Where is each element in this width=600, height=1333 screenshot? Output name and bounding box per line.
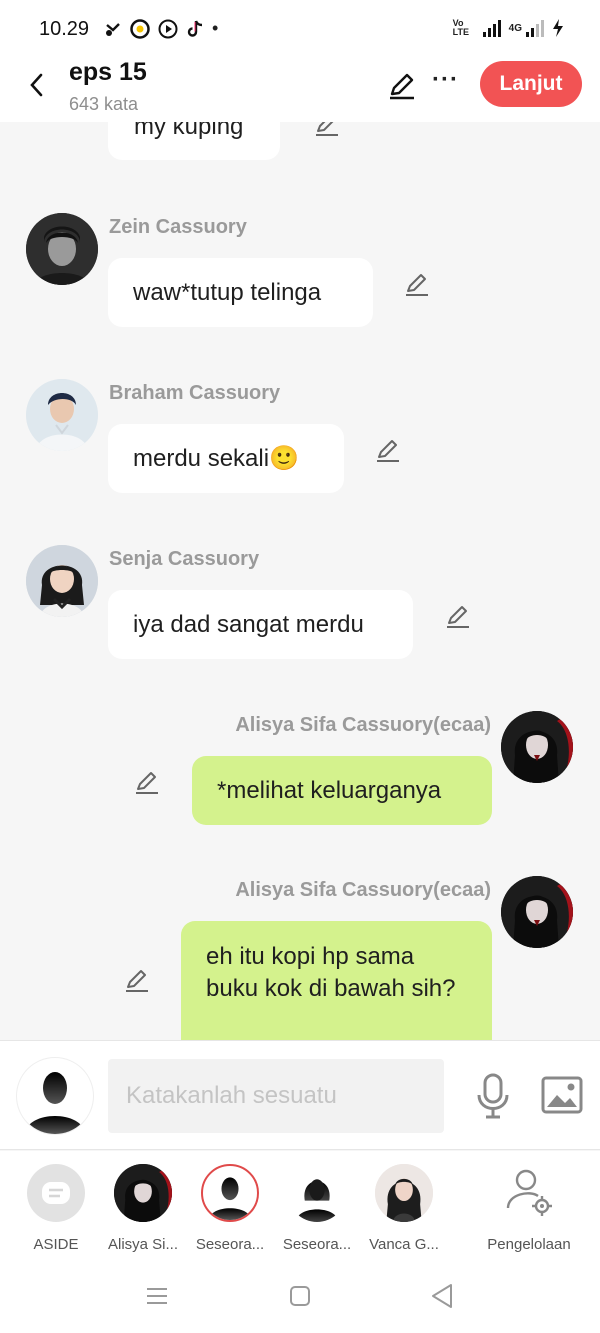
nav-back-icon[interactable] bbox=[430, 1283, 454, 1309]
character-selector: ASIDE Alisya Si... Seseora... Seseora...… bbox=[0, 1151, 600, 1261]
notification-icons: • bbox=[104, 18, 218, 39]
message-text: waw*tutup telinga bbox=[133, 278, 322, 306]
current-character-avatar[interactable] bbox=[17, 1058, 93, 1134]
editor-header: eps 15 643 kata ··· Lanjut bbox=[0, 58, 600, 122]
message-bubble[interactable]: iya dad sangat merdu bbox=[108, 590, 413, 659]
status-bar: 10.29 • Vo LTE 4G bbox=[0, 0, 600, 58]
music-app-icon bbox=[130, 18, 150, 39]
aside-icon bbox=[27, 1164, 85, 1222]
phone-missed-icon bbox=[106, 22, 120, 36]
avatar bbox=[288, 1164, 346, 1222]
status-time: 10.29 bbox=[39, 18, 90, 40]
word-count: 643 kata bbox=[69, 94, 139, 114]
person-settings-icon bbox=[506, 1169, 552, 1216]
system-status-icons: Vo LTE 4G bbox=[453, 18, 564, 38]
female-silhouette-icon bbox=[295, 1179, 339, 1222]
character-aside[interactable]: ASIDE bbox=[12, 1164, 100, 1253]
tiktok-icon bbox=[187, 20, 203, 37]
character-vanca[interactable]: Vanca G... bbox=[360, 1164, 448, 1253]
avatar[interactable] bbox=[501, 876, 573, 948]
avatar-senja-icon bbox=[26, 545, 98, 617]
message-bubble[interactable]: eh itu kopi hp sama buku kok di bawah si… bbox=[181, 921, 492, 1040]
message-bubble[interactable]: *melihat keluarganya bbox=[192, 756, 492, 825]
avatar[interactable] bbox=[501, 711, 573, 783]
chat-area[interactable]: my kuping Zein Cassuory waw*tutup teling… bbox=[0, 122, 600, 1040]
status-dot: • bbox=[212, 18, 219, 38]
speaker-name: Braham Cassuory bbox=[109, 382, 281, 404]
back-arrow-icon[interactable] bbox=[22, 70, 52, 100]
speaker-name: Alisya Sifa Cassuory(ecaa) bbox=[235, 879, 491, 901]
character-seseorang[interactable]: Seseora... bbox=[273, 1164, 361, 1253]
message-bubble[interactable]: my kuping bbox=[108, 122, 280, 160]
avatar-alisya-icon bbox=[114, 1164, 172, 1222]
character-management[interactable]: Pengelolaan bbox=[480, 1164, 578, 1253]
avatar[interactable] bbox=[26, 213, 98, 285]
avatar[interactable] bbox=[26, 545, 98, 617]
character-label: Seseora... bbox=[282, 1236, 352, 1253]
avatar-braham-icon bbox=[26, 379, 98, 451]
message-text: my kuping bbox=[134, 122, 244, 140]
avatar-zein-icon bbox=[26, 213, 98, 285]
page-title: eps 15 bbox=[69, 58, 147, 86]
avatar bbox=[114, 1164, 172, 1222]
speaker-name: Alisya Sifa Cassuory(ecaa) bbox=[235, 714, 491, 736]
signal-icon bbox=[482, 19, 501, 37]
character-seseorang-selected[interactable]: Seseora... bbox=[186, 1164, 274, 1253]
avatar-vanca-icon bbox=[375, 1164, 433, 1222]
avatar-alisya-icon bbox=[501, 876, 573, 948]
message-text: iya dad sangat merdu bbox=[133, 610, 364, 638]
system-navigation-bar bbox=[0, 1261, 600, 1333]
network-4g-indicator: 4G bbox=[508, 22, 522, 34]
character-label: Vanca G... bbox=[369, 1236, 439, 1253]
message-text: merdu sekali🙂 bbox=[133, 445, 299, 472]
speaker-name: Zein Cassuory bbox=[109, 216, 247, 238]
home-square-icon[interactable] bbox=[289, 1285, 311, 1307]
character-label: ASIDE bbox=[33, 1236, 79, 1253]
image-upload-icon[interactable] bbox=[541, 1075, 583, 1115]
signal-2-icon bbox=[526, 19, 544, 37]
play-circle-icon bbox=[158, 19, 178, 38]
charging-icon bbox=[553, 19, 563, 37]
edit-icon[interactable] bbox=[386, 70, 418, 102]
character-label: Seseora... bbox=[195, 1236, 265, 1253]
edit-message-icon[interactable] bbox=[123, 966, 151, 994]
message-composer bbox=[0, 1040, 600, 1150]
next-button[interactable]: Lanjut bbox=[480, 61, 582, 107]
edit-message-icon[interactable] bbox=[374, 436, 402, 464]
message-bubble[interactable]: merdu sekali🙂 bbox=[108, 424, 344, 493]
silhouette-icon bbox=[25, 1072, 85, 1134]
message-text: *melihat keluarganya bbox=[217, 776, 442, 804]
edit-message-icon[interactable] bbox=[313, 122, 341, 138]
character-label: Alisya Si... bbox=[107, 1236, 179, 1253]
message-bubble[interactable]: waw*tutup telinga bbox=[108, 258, 373, 327]
avatar bbox=[201, 1164, 259, 1222]
menu-icon[interactable] bbox=[146, 1286, 168, 1306]
volte-indicator: Vo LTE bbox=[452, 18, 469, 37]
avatar-alisya-icon bbox=[501, 711, 573, 783]
speaker-name: Senja Cassuory bbox=[109, 548, 260, 570]
character-label: Pengelolaan bbox=[487, 1236, 571, 1253]
silhouette-icon bbox=[208, 1177, 252, 1220]
edit-message-icon[interactable] bbox=[444, 602, 472, 630]
message-text: eh itu kopi hp sama buku kok di bawah si… bbox=[206, 943, 456, 1002]
edit-message-icon[interactable] bbox=[403, 270, 431, 298]
edit-message-icon[interactable] bbox=[133, 768, 161, 796]
message-input[interactable] bbox=[108, 1059, 444, 1133]
character-alisya[interactable]: Alisya Si... bbox=[99, 1164, 187, 1253]
avatar[interactable] bbox=[26, 379, 98, 451]
avatar bbox=[375, 1164, 433, 1222]
microphone-icon[interactable] bbox=[474, 1073, 512, 1119]
more-options-icon[interactable]: ··· bbox=[432, 68, 460, 102]
